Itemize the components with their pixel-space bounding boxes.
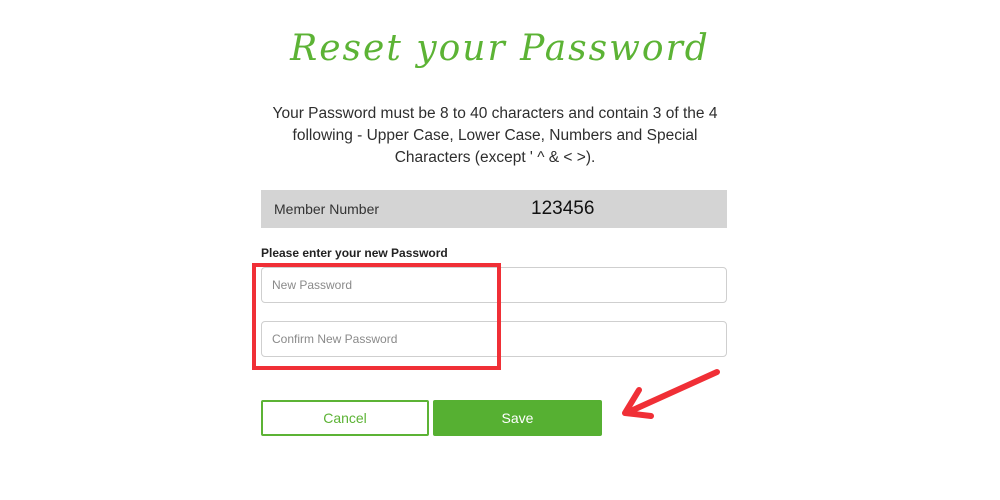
reset-password-page: Reset your Password Your Password must b…: [0, 0, 1000, 500]
annotation-arrow-icon: [622, 369, 720, 419]
